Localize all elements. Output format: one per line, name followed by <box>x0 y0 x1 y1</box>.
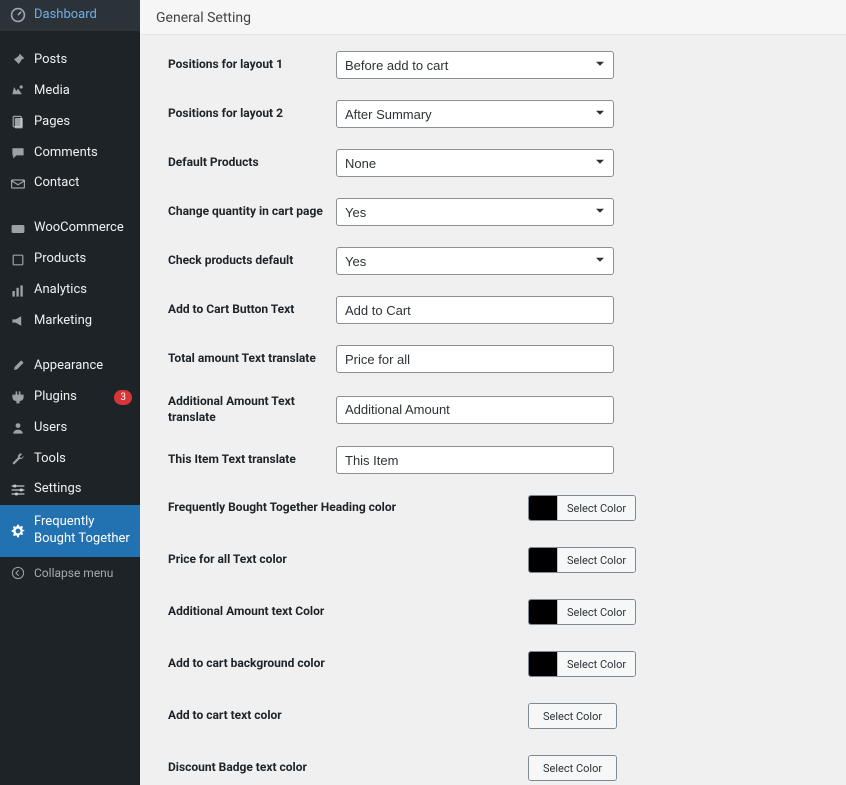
addl-label: Additional Amount Text translate <box>168 394 336 425</box>
mail-icon <box>10 176 26 192</box>
sidebar-label: Contact <box>34 175 132 192</box>
sidebar-label: Appearance <box>34 358 132 375</box>
sidebar-label: Frequently Bought Together <box>34 514 132 548</box>
color-picker[interactable]: Select Color <box>528 599 636 625</box>
color-picker[interactable]: Select Color <box>528 651 636 677</box>
gear-icon <box>10 523 26 539</box>
btn-label: Add to Cart Button Text <box>168 302 336 318</box>
color-picker[interactable]: Select Color <box>528 547 636 573</box>
user-icon <box>10 420 26 436</box>
pin-icon <box>10 52 26 68</box>
sidebar-item-appearance[interactable]: Appearance <box>0 351 140 382</box>
settings-form: Positions for layout 1 Before add to car… <box>140 35 846 785</box>
sidebar-item-fbt[interactable]: Frequently Bought Together <box>0 505 140 557</box>
select-color-button[interactable]: Select Color <box>557 600 635 624</box>
addl-input[interactable] <box>336 396 614 424</box>
products-icon <box>10 252 26 268</box>
sidebar-item-tools[interactable]: Tools <box>0 444 140 475</box>
color-swatch[interactable] <box>529 496 557 520</box>
sidebar-item-media[interactable]: Media <box>0 76 140 107</box>
total-input[interactable] <box>336 345 614 373</box>
color-label: Add to cart text color <box>168 708 528 724</box>
color-picker[interactable]: Select Color <box>528 495 636 521</box>
brush-icon <box>10 358 26 374</box>
sidebar-item-settings[interactable]: Settings <box>0 474 140 505</box>
woo-icon <box>10 221 26 237</box>
sidebar-label: Posts <box>34 52 132 69</box>
megaphone-icon <box>10 313 26 329</box>
check-label: Check products default <box>168 253 336 269</box>
defprod-label: Default Products <box>168 155 336 171</box>
sidebar-item-products[interactable]: Products <box>0 244 140 275</box>
plugin-update-badge: 3 <box>114 390 132 405</box>
sidebar-label: Dashboard <box>34 7 132 24</box>
color-label: Price for all Text color <box>168 552 528 568</box>
this-label: This Item Text translate <box>168 452 336 468</box>
collapse-label: Collapse menu <box>34 566 113 580</box>
color-label: Add to cart background color <box>168 656 528 672</box>
color-picker[interactable]: Select Color <box>528 703 617 729</box>
sidebar-label: Pages <box>34 114 132 131</box>
sidebar-item-pages[interactable]: Pages <box>0 107 140 138</box>
sidebar-label: Media <box>34 83 132 100</box>
pages-icon <box>10 114 26 130</box>
this-input[interactable] <box>336 446 614 474</box>
dashboard-icon <box>10 7 26 23</box>
sidebar-item-analytics[interactable]: Analytics <box>0 275 140 306</box>
defprod-select[interactable]: None <box>336 149 614 177</box>
sidebar-item-woocommerce[interactable]: WooCommerce <box>0 213 140 244</box>
qty-select[interactable]: Yes <box>336 198 614 226</box>
chart-icon <box>10 283 26 299</box>
total-label: Total amount Text translate <box>168 351 336 367</box>
select-color-button[interactable]: Select Color <box>557 548 635 572</box>
select-color-button[interactable]: Select Color <box>557 652 635 676</box>
sidebar-item-users[interactable]: Users <box>0 413 140 444</box>
color-swatch[interactable] <box>529 652 557 676</box>
page-title: General Setting <box>140 0 846 35</box>
select-color-button[interactable]: Select Color <box>557 496 635 520</box>
color-swatch[interactable] <box>529 600 557 624</box>
sidebar-label: Marketing <box>34 313 132 330</box>
pos2-select[interactable]: After Summary <box>336 100 614 128</box>
color-swatch[interactable] <box>529 548 557 572</box>
sidebar-item-comments[interactable]: Comments <box>0 138 140 169</box>
sidebar-label: Users <box>34 420 132 437</box>
color-label: Discount Badge text color <box>168 760 528 776</box>
sidebar-label: Comments <box>34 145 132 162</box>
sidebar-label: Analytics <box>34 282 132 299</box>
wrench-icon <box>10 451 26 467</box>
pos1-select[interactable]: Before add to cart <box>336 51 614 79</box>
qty-label: Change quantity in cart page <box>168 204 336 220</box>
collapse-icon <box>10 565 26 581</box>
sidebar-item-dashboard[interactable]: Dashboard <box>0 0 140 31</box>
btn-input[interactable] <box>336 296 614 324</box>
comment-icon <box>10 145 26 161</box>
plugin-icon <box>10 389 26 405</box>
check-select[interactable]: Yes <box>336 247 614 275</box>
sidebar-label: Tools <box>34 451 132 468</box>
sidebar-item-plugins[interactable]: Plugins 3 <box>0 382 140 413</box>
sidebar-item-marketing[interactable]: Marketing <box>0 306 140 337</box>
color-picker[interactable]: Select Color <box>528 755 617 781</box>
sidebar-label: Products <box>34 251 132 268</box>
sidebar-item-posts[interactable]: Posts <box>0 45 140 76</box>
sidebar-item-contact[interactable]: Contact <box>0 168 140 199</box>
pos2-label: Positions for layout 2 <box>168 106 336 122</box>
select-color-button[interactable]: Select Color <box>529 704 616 728</box>
select-color-button[interactable]: Select Color <box>529 756 616 780</box>
sidebar-label: WooCommerce <box>34 220 132 237</box>
admin-sidebar: Dashboard Posts Media Pages Comments Con… <box>0 0 140 785</box>
pos1-label: Positions for layout 1 <box>168 57 336 73</box>
sidebar-label: Settings <box>34 481 132 498</box>
media-icon <box>10 83 26 99</box>
sidebar-label: Plugins <box>34 389 104 406</box>
main-content: General Setting Positions for layout 1 B… <box>140 0 846 785</box>
color-label: Additional Amount text Color <box>168 604 528 620</box>
collapse-menu[interactable]: Collapse menu <box>0 557 140 589</box>
color-label: Frequently Bought Together Heading color <box>168 500 528 516</box>
sliders-icon <box>10 482 26 498</box>
